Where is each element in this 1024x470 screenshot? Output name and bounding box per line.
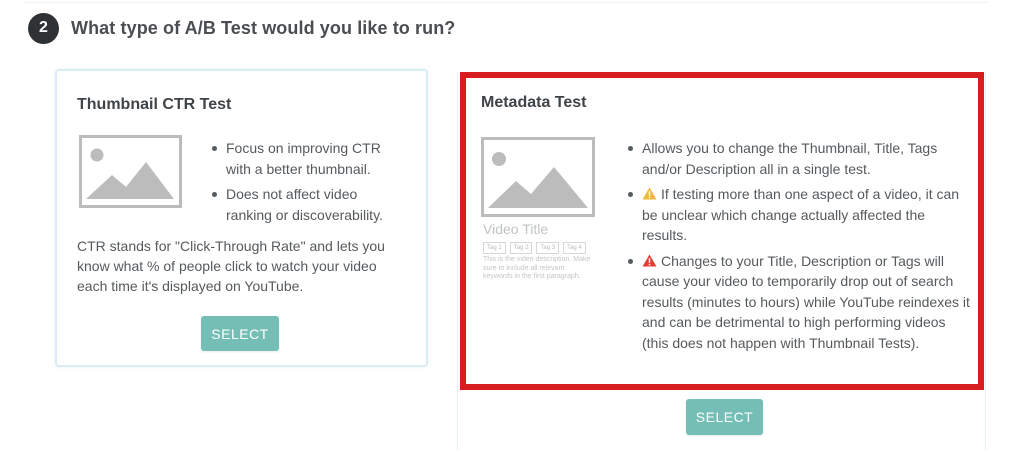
list-item: Does not affect video ranking or discove… xyxy=(210,184,400,225)
metadata-test-card[interactable]: Metadata Test Video Title Tag 1 Tag 2 Ta… xyxy=(460,72,984,390)
warning-red-icon xyxy=(642,253,657,267)
top-divider xyxy=(24,2,988,3)
preview-tag: Tag 2 xyxy=(509,242,533,254)
image-placeholder-icon xyxy=(481,137,595,217)
warning-yellow-icon xyxy=(642,187,657,200)
preview-video-title: Video Title xyxy=(483,221,549,237)
image-placeholder-icon xyxy=(79,135,182,208)
thumbnail-ctr-test-card[interactable]: Thumbnail CTR Test Focus on improving CT… xyxy=(55,69,428,367)
preview-tag: Tag 3 xyxy=(536,242,560,254)
card-title: Metadata Test xyxy=(481,94,587,111)
bullet-text: If testing more than one aspect of a vid… xyxy=(642,186,960,243)
bullet-text: Changes to your Title, Description or Ta… xyxy=(642,252,970,351)
preview-video-description: This is the video description. Make sure… xyxy=(483,256,591,280)
preview-tag: Tag 4 xyxy=(563,242,586,254)
select-thumbnail-test-button[interactable]: SELECT xyxy=(201,316,279,351)
step-header: 2 What type of A/B Test would you like t… xyxy=(28,12,455,44)
ctr-description: CTR stands for "Click-Through Rate" and … xyxy=(77,238,385,294)
step-number-badge: 2 xyxy=(28,12,59,44)
list-item: Allows you to change the Thumbnail, Titl… xyxy=(626,138,971,179)
list-item: If testing more than one aspect of a vid… xyxy=(626,184,971,246)
list-item: Focus on improving CTR with a better thu… xyxy=(210,138,400,179)
preview-tag: Tag 1 xyxy=(483,242,506,254)
list-item: Changes to your Title, Description or Ta… xyxy=(626,251,971,354)
select-metadata-test-button[interactable]: SELECT xyxy=(686,399,763,435)
thumbnail-bullets: Focus on improving CTR with a better thu… xyxy=(210,138,400,230)
preview-tags: Tag 1 Tag 2 Tag 3 Tag 4 xyxy=(483,242,586,254)
card-title: Thumbnail CTR Test xyxy=(77,96,232,113)
metadata-bullets: Allows you to change the Thumbnail, Titl… xyxy=(626,138,971,358)
bullet-text: Allows you to change the Thumbnail, Titl… xyxy=(642,140,938,177)
step-title: What type of A/B Test would you like to … xyxy=(71,17,456,38)
